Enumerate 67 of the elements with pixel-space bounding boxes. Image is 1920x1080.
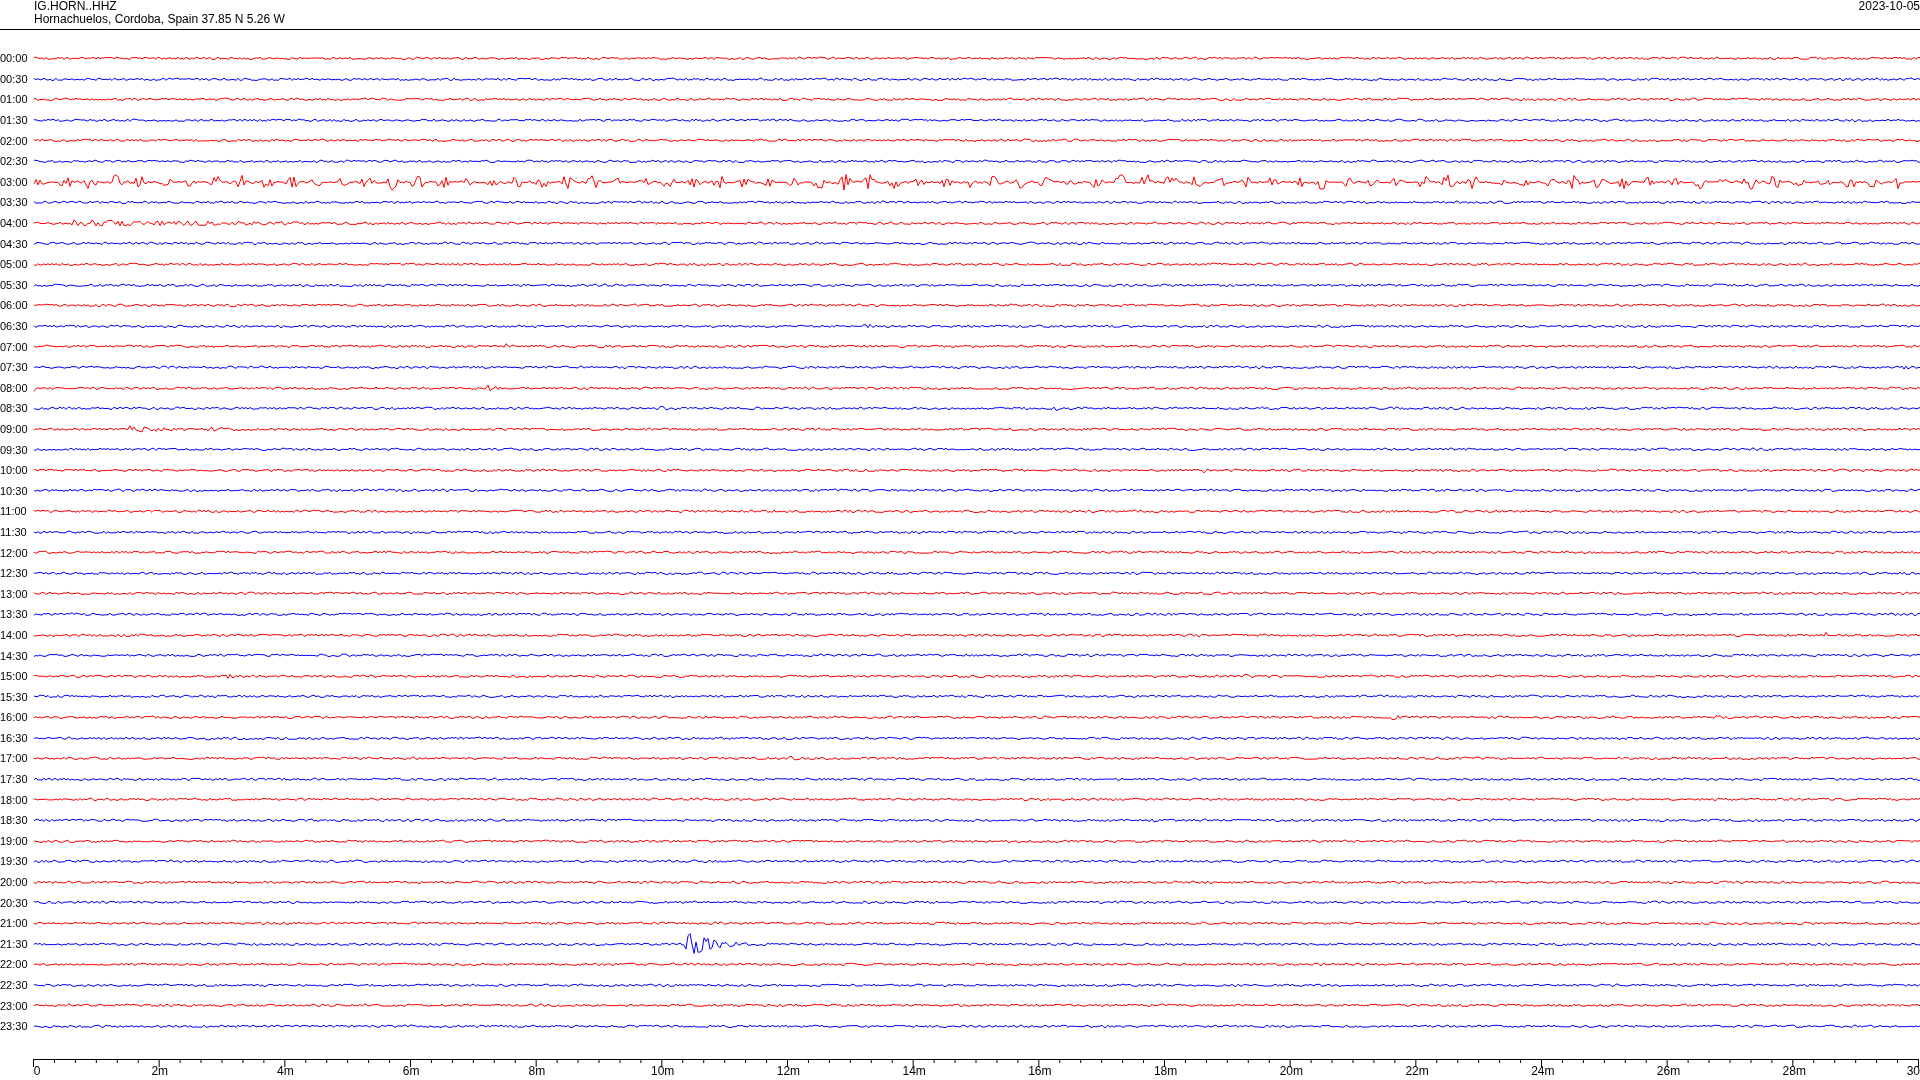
axis-tick-label: 30 <box>1906 1064 1920 1078</box>
time-label: 03:30 <box>0 196 29 209</box>
time-label: 16:30 <box>0 731 29 744</box>
time-label: 22:30 <box>0 979 29 991</box>
time-label: 12:30 <box>0 567 29 580</box>
time-label: 07:30 <box>0 361 29 374</box>
time-label: 21:30 <box>0 937 29 950</box>
time-label: 00:00 <box>0 52 29 65</box>
axis-tick-label: 14m <box>902 1064 926 1078</box>
time-label: 19:00 <box>0 834 29 847</box>
time-label: 13:00 <box>0 587 29 600</box>
axis-tick-label: 18m <box>1153 1064 1178 1078</box>
time-label: 17:30 <box>0 773 29 786</box>
time-label: 23:30 <box>0 1020 29 1033</box>
plot-date: 2023-10-05 <box>1858 0 1920 15</box>
time-label: 04:00 <box>0 217 29 230</box>
time-label: 08:30 <box>0 402 29 415</box>
axis-tick-label: 0 <box>33 1064 41 1078</box>
time-label: 11:00 <box>0 505 28 518</box>
time-label: 02:00 <box>0 134 29 147</box>
time-label: 22:00 <box>0 958 29 971</box>
time-label: 13:30 <box>0 608 29 621</box>
time-label: 03:00 <box>0 175 29 188</box>
axis-tick-label: 10m <box>651 1064 675 1078</box>
time-label: 06:30 <box>0 320 29 332</box>
time-label: 19:30 <box>0 855 29 868</box>
time-label: 09:00 <box>0 423 29 435</box>
station-code: IG.HORN..HHZ <box>34 0 118 13</box>
station-location: Hornachuelos, Cordoba, Spain 37.85 N 5.26 W <box>34 13 285 26</box>
time-label: 17:00 <box>0 752 29 765</box>
axis-tick-label: 26m <box>1656 1064 1681 1078</box>
axis-tick-label: 20m <box>1279 1064 1303 1078</box>
time-label: 02:30 <box>0 155 29 168</box>
axis-tick-label: 22m <box>1405 1064 1429 1078</box>
time-label: 15:30 <box>0 690 29 703</box>
time-label: 10:00 <box>0 464 29 477</box>
time-label: 23:00 <box>0 999 29 1012</box>
axis-tick-label: 6m <box>402 1064 420 1078</box>
time-label: 05:00 <box>0 258 29 271</box>
time-label: 06:00 <box>0 299 29 312</box>
time-label: 21:00 <box>0 917 29 930</box>
time-label: 04:30 <box>0 237 29 250</box>
time-label: 00:30 <box>0 72 29 85</box>
time-label: 12:00 <box>0 546 29 559</box>
time-label: 18:00 <box>0 793 29 806</box>
time-label: 15:00 <box>0 670 29 683</box>
axis-tick-label: 28m <box>1782 1064 1806 1078</box>
time-label: 14:30 <box>0 649 29 662</box>
time-label: 09:30 <box>0 443 29 456</box>
time-label: 01:30 <box>0 114 29 127</box>
time-label: 16:00 <box>0 711 29 724</box>
time-label: 20:30 <box>0 896 29 909</box>
axis-tick-label: 24m <box>1531 1064 1555 1078</box>
time-label: 14:00 <box>0 628 29 641</box>
time-label: 20:00 <box>0 876 29 889</box>
axis-tick-label: 4m <box>277 1064 294 1078</box>
time-label: 07:00 <box>0 340 29 353</box>
time-label: 10:30 <box>0 484 29 497</box>
time-label: 08:00 <box>0 381 29 394</box>
axis-tick-label: 12m <box>776 1064 801 1078</box>
time-label: 05:30 <box>0 278 29 291</box>
time-label: 11:30 <box>0 525 28 538</box>
time-label: 01:00 <box>0 93 29 106</box>
axis-tick-label: 16m <box>1028 1064 1052 1078</box>
time-label: 18:30 <box>0 814 29 827</box>
axis-tick-label: 2m <box>151 1064 169 1078</box>
axis-tick-label: 8m <box>528 1064 546 1078</box>
